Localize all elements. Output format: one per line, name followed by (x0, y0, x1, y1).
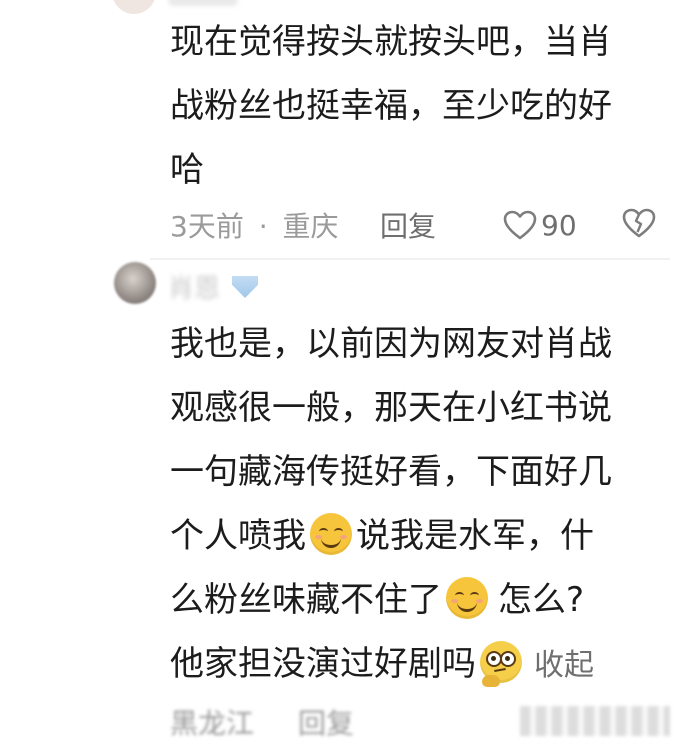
smile-emoji (446, 577, 488, 619)
comment-text-segment: 个人喷我 (170, 516, 306, 556)
like-button[interactable]: 90 (503, 208, 577, 242)
thinking-emoji (480, 641, 522, 687)
comment-location: 黑龙江 (170, 707, 255, 740)
like-count: 90 (541, 208, 577, 242)
comment-text-segment: 说我是水军，什 (356, 516, 594, 556)
avatar[interactable] (114, 262, 156, 304)
dislike-button[interactable] (622, 208, 656, 242)
reply-button[interactable]: 回复 (298, 702, 354, 742)
comment-text-segment: 他家担没演过好剧吗 (170, 644, 476, 684)
comment-text-line: 现在觉得按头就按头吧，当肖 (170, 22, 612, 62)
reply-button[interactable]: 回复 (380, 205, 436, 245)
comment-text-line: 他家担没演过好剧吗 收起 (170, 636, 594, 694)
comment-text-segment: 么粉丝味藏不住了 (170, 580, 442, 620)
comment-text-line: 个人喷我 说我是水军，什 (170, 508, 594, 564)
meta-dot: · (258, 210, 268, 243)
like-button[interactable] (520, 706, 670, 736)
heart-outline-icon (503, 210, 537, 240)
username[interactable]: 肖恩 (168, 268, 220, 305)
comment-text-line: 一句藏海传挺好看，下面好几 (170, 452, 612, 492)
divider (150, 258, 670, 260)
fan-badge-icon (232, 276, 258, 298)
comment-location: 重庆 (282, 210, 339, 243)
comment-text-line: 我也是，以前因为网友对肖战 (170, 324, 612, 364)
smile-emoji (310, 513, 352, 555)
comment-text-line: 战粉丝也挺幸福，至少吃的好 (170, 86, 612, 126)
username-blurred (168, 0, 238, 6)
broken-heart-icon (622, 208, 656, 238)
comment-meta: 3天前 · 重庆 (170, 205, 339, 245)
comment-time: 3天前 (170, 210, 244, 243)
comment-text-line: 观感很一般，那天在小红书说 (170, 388, 612, 428)
comment-text-line: 哈 (170, 150, 204, 190)
avatar[interactable] (112, 0, 156, 14)
comment-text-segment: 怎么? (498, 580, 585, 620)
comment-text-line: 么粉丝味藏不住了 怎么? (170, 572, 584, 628)
collapse-button[interactable]: 收起 (534, 648, 594, 683)
